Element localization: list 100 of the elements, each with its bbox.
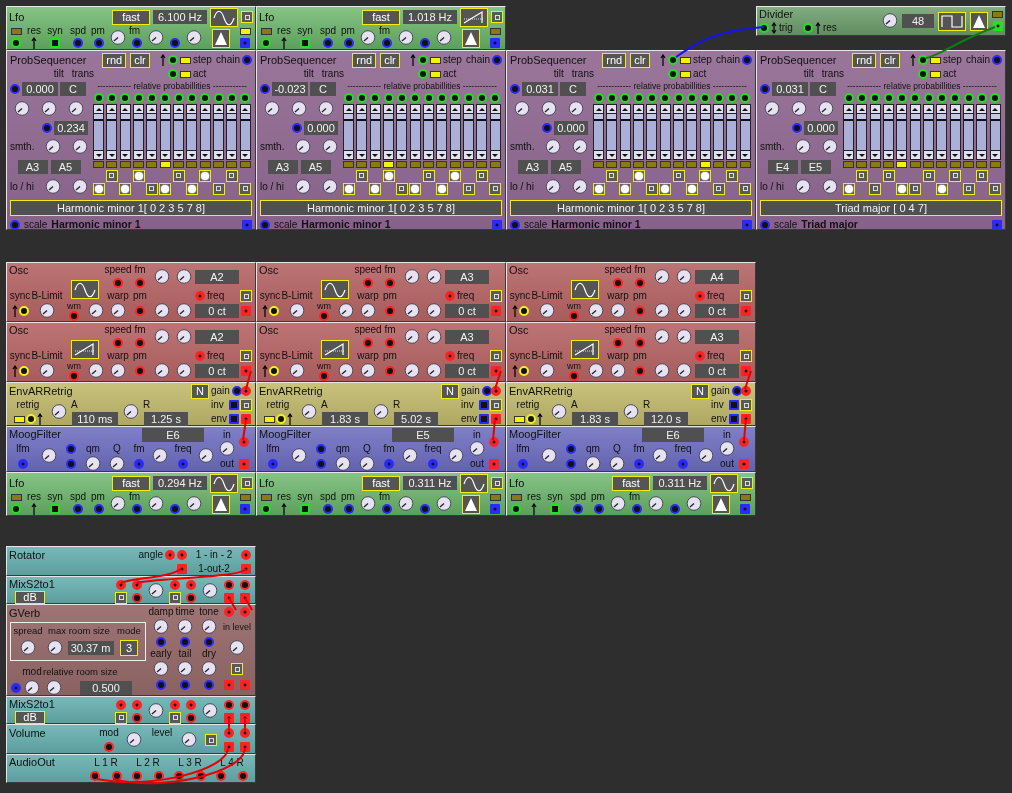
value-display[interactable]: C xyxy=(310,82,336,96)
clear-button[interactable]: clr xyxy=(630,52,650,68)
scale-display[interactable]: Harmonic minor 1[ 0 2 3 5 7 8] xyxy=(510,200,752,216)
mode-button[interactable]: fast xyxy=(112,9,150,25)
control-label: in xyxy=(473,429,481,440)
value-display[interactable]: A3 xyxy=(695,330,739,344)
value-display[interactable]: 0.311 Hz xyxy=(653,476,707,490)
control-label: R xyxy=(393,400,401,410)
value-display[interactable]: 0.500 xyxy=(80,681,132,695)
value-display[interactable]: 0.294 Hz xyxy=(153,476,207,490)
control-label: freq xyxy=(174,443,192,454)
control-label: spd xyxy=(69,492,87,502)
value-display[interactable]: A5 xyxy=(50,160,81,174)
value-display[interactable]: A3 xyxy=(267,160,298,174)
value-display[interactable]: A4 xyxy=(695,270,739,284)
control-label: res xyxy=(277,26,291,36)
control-label: pm xyxy=(341,26,355,36)
value-display[interactable]: 1.018 Hz xyxy=(403,10,457,24)
value-display[interactable]: C xyxy=(560,82,586,96)
value-display[interactable]: A3 xyxy=(517,160,548,174)
value-display[interactable]: 0.031 xyxy=(772,82,808,96)
value-display[interactable]: 0.000 xyxy=(554,121,588,135)
clear-button[interactable]: clr xyxy=(130,52,150,68)
value-display[interactable]: 0 ct xyxy=(695,304,739,318)
value-display[interactable]: E6 xyxy=(142,427,204,442)
value-display[interactable]: C xyxy=(810,82,836,96)
control-label: warp xyxy=(357,291,379,301)
mode-button[interactable]: N xyxy=(191,383,209,399)
scale-display[interactable]: Harmonic minor 1[ 0 2 3 5 7 8] xyxy=(10,200,252,216)
control-label: Harmonic minor 1 xyxy=(51,219,141,230)
value-display[interactable]: 0.000 xyxy=(804,121,838,135)
control-label: mod xyxy=(99,728,119,738)
value-display[interactable]: 48 xyxy=(902,14,934,28)
control-label: env xyxy=(711,414,728,424)
value-display[interactable]: E5 xyxy=(800,160,831,174)
mode-button[interactable]: fast xyxy=(362,9,400,25)
value-display[interactable]: -0.023 xyxy=(272,82,308,96)
random-button[interactable]: rnd xyxy=(102,52,127,68)
mode-button[interactable]: fast xyxy=(612,475,650,491)
value-display[interactable]: E5 xyxy=(392,427,454,442)
control-label: pm xyxy=(91,26,105,36)
control-label: res xyxy=(27,492,41,502)
module-title: EnvARRetrig xyxy=(509,385,573,397)
value-display[interactable]: 1.83 s xyxy=(572,412,618,426)
value-display[interactable]: C xyxy=(60,82,86,96)
clear-button[interactable]: clr xyxy=(380,52,400,68)
value-display[interactable]: A3 xyxy=(445,330,489,344)
value-display[interactable]: A2 xyxy=(195,270,239,284)
module-title: Lfo xyxy=(9,11,25,23)
value-display[interactable]: 110 ms xyxy=(72,412,118,426)
value-display[interactable]: 0 ct xyxy=(695,364,739,378)
value-display[interactable]: A5 xyxy=(300,160,331,174)
value-display[interactable]: 30.37 m xyxy=(67,641,114,655)
random-button[interactable]: rnd xyxy=(852,52,877,68)
control-label: ------------ relative probabillities ------------ xyxy=(847,81,997,91)
random-button[interactable]: rnd xyxy=(352,52,377,68)
control-label: scale xyxy=(524,219,548,230)
value-display[interactable]: A5 xyxy=(550,160,581,174)
value-display[interactable]: 0 ct xyxy=(195,304,239,318)
control-label: out xyxy=(720,458,734,469)
value-display[interactable]: 0.311 Hz xyxy=(403,476,457,490)
control-label: trans xyxy=(571,69,594,79)
value-display[interactable]: 0.234 xyxy=(54,121,88,135)
clear-button[interactable]: clr xyxy=(880,52,900,68)
module-title: Osc xyxy=(509,324,529,336)
value-display[interactable]: 0 ct xyxy=(445,364,489,378)
value-display[interactable]: A2 xyxy=(195,330,239,344)
scale-display[interactable]: Harmonic minor 1[ 0 2 3 5 7 8] xyxy=(260,200,502,216)
control-label: mod xyxy=(22,666,42,677)
scale-display[interactable]: Triad major [ 0 4 7] xyxy=(760,200,1002,216)
mode-button[interactable]: N xyxy=(441,383,459,399)
control-label: step xyxy=(943,55,962,65)
random-button[interactable]: rnd xyxy=(602,52,627,68)
value-display[interactable]: 12.0 s xyxy=(644,412,688,426)
control-label: freq xyxy=(707,351,725,361)
value-display[interactable]: 5.02 s xyxy=(394,412,438,426)
value-display[interactable]: 0.031 xyxy=(522,82,558,96)
value-display[interactable]: 0.000 xyxy=(304,121,338,135)
control-label: fm xyxy=(633,443,645,454)
value-display[interactable]: 1.83 s xyxy=(322,412,368,426)
mode-button[interactable]: 3 xyxy=(120,640,138,656)
value-display[interactable]: 0 ct xyxy=(195,364,239,378)
mode-button[interactable]: fast xyxy=(362,475,400,491)
control-label: pm xyxy=(91,492,105,502)
control-label: spd xyxy=(69,26,87,36)
value-display[interactable]: E6 xyxy=(642,427,704,442)
value-display[interactable]: 6.100 Hz xyxy=(153,10,207,24)
value-display[interactable]: 0 ct xyxy=(445,304,489,318)
mode-button[interactable]: N xyxy=(691,383,709,399)
value-display[interactable]: A3 xyxy=(17,160,48,174)
value-display[interactable]: 1.25 s xyxy=(144,412,188,426)
control-label: Harmonic minor 1 xyxy=(301,219,391,230)
value-display[interactable]: A3 xyxy=(445,270,489,284)
unit-button[interactable]: dB xyxy=(15,591,45,604)
control-label: act xyxy=(193,69,207,79)
control-label: spread xyxy=(13,625,43,636)
unit-button[interactable]: dB xyxy=(15,711,45,724)
mode-button[interactable]: fast xyxy=(112,475,150,491)
value-display[interactable]: E4 xyxy=(767,160,798,174)
value-display[interactable]: 0.000 xyxy=(22,82,58,96)
